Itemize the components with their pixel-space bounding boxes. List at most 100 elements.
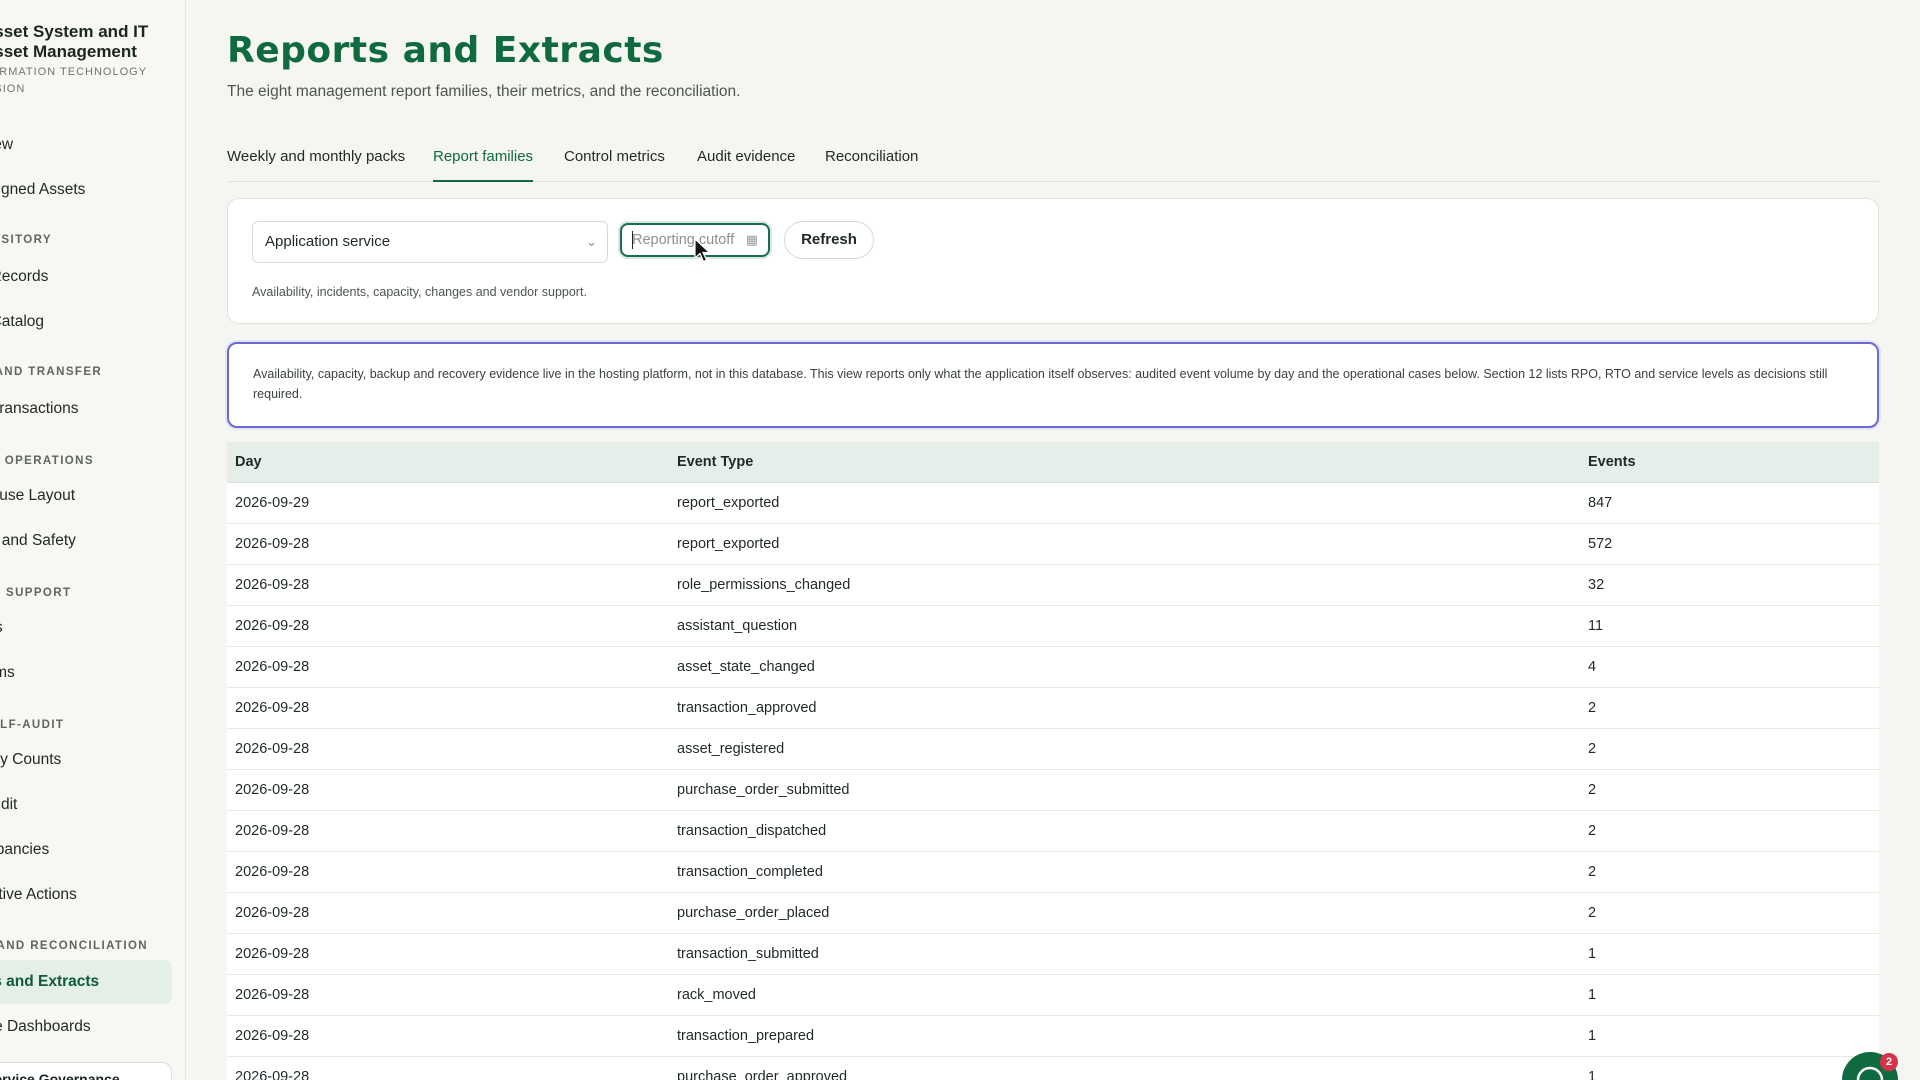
cell-day: 2026-09-28 [227,769,669,811]
sidebar-item-tickets[interactable]: ets [0,606,172,650]
text-caret [632,231,633,249]
sidebar-item-asset-transactions[interactable]: t Transactions [0,387,172,431]
column-header-event-type[interactable]: Event Type [669,442,1580,483]
table-row: 2026-09-28 transaction_approved 2 [227,687,1879,729]
reporting-cutoff-placeholder: Reporting cutoff [632,232,735,248]
hosting-notice: Availability, capacity, backup and recov… [227,342,1879,428]
cell-event-type: purchase_order_submitted [669,769,1580,811]
chevron-down-icon: ⌄ [586,234,597,249]
sidebar-item-asset-catalog[interactable]: t Catalog [0,300,172,344]
sidebar-section-movement-transfer: T AND TRANSFER [0,366,103,378]
table-row: 2026-09-28 rack_moved 1 [227,974,1879,1016]
page-subtitle: The eight management report families, th… [227,83,741,100]
cell-events: 1 [1580,933,1879,975]
tab-control-metrics[interactable]: Control metrics [564,148,665,182]
sidebar-item-reports-extracts[interactable]: rts and Extracts [0,960,172,1004]
cell-day: 2026-09-28 [227,687,669,729]
cell-day: 2026-09-28 [227,564,669,606]
filter-hint: Availability, incidents, capacity, chang… [252,285,587,299]
sidebar-item-overview[interactable]: view [0,123,172,167]
cell-day: 2026-09-28 [227,523,669,565]
column-header-day[interactable]: Day [227,442,669,483]
cell-event-type: report_exported [669,482,1580,524]
cell-events: 2 [1580,728,1879,770]
cell-events: 572 [1580,523,1879,565]
event-volume-table: Day Event Type Events 2026-09-29 report_e… [227,442,1879,1080]
cell-day: 2026-09-28 [227,728,669,770]
table-row: 2026-09-28 transaction_dispatched 2 [227,810,1879,852]
page-title: Reports and Extracts [227,30,664,71]
cell-event-type: transaction_dispatched [669,810,1580,852]
cell-event-type: purchase_order_placed [669,892,1580,934]
cell-events: 2 [1580,810,1879,852]
cell-events: 32 [1580,564,1879,606]
sidebar-item-access-safety[interactable]: ss and Safety [0,519,172,563]
sidebar-item-warehouse-layout[interactable]: house Layout [0,474,172,518]
report-tabs: Weekly and monthly packs Report families… [227,140,1879,182]
cell-day: 2026-09-28 [227,1015,669,1057]
sidebar-item-discrepancies[interactable]: repancies [0,828,172,872]
cell-events: 4 [1580,646,1879,688]
table-row: 2026-09-28 asset_registered 2 [227,728,1879,770]
brand-subtitle: FORMATION TECHNOLOGY VISION [0,66,147,95]
tab-report-families[interactable]: Report families [433,148,534,182]
cell-events: 1 [1580,1056,1879,1080]
table-row: 2026-09-28 transaction_prepared 1 [227,1015,1879,1057]
cell-event-type: asset_registered [669,728,1580,770]
sidebar-section-repository: POSITORY [0,234,52,246]
refresh-button[interactable]: Refresh [784,221,874,259]
cell-event-type: assistant_question [669,605,1580,647]
sidebar-item-inventory-counts[interactable]: tory Counts [0,738,172,782]
sidebar-item-corrective-actions[interactable]: ective Actions [0,873,172,917]
tab-weekly-monthly-packs[interactable]: Weekly and monthly packs [227,148,405,182]
report-family-value: Application service [265,233,391,250]
table-row: 2026-09-28 transaction_submitted 1 [227,933,1879,975]
table-row: 2026-09-29 report_exported 847 [227,482,1879,524]
cell-events: 11 [1580,605,1879,647]
table-row: 2026-09-28 purchase_order_placed 2 [227,892,1879,934]
sidebar-item-audit[interactable]: Audit [0,783,172,827]
cell-day: 2026-09-28 [227,974,669,1016]
mouse-cursor-icon [694,238,712,263]
table-row: 2026-09-28 assistant_question 11 [227,605,1879,647]
cell-day: 2026-09-28 [227,646,669,688]
table-row: 2026-09-28 asset_state_changed 4 [227,646,1879,688]
brand-title: Asset System and IT Asset Management [0,22,149,61]
sidebar-item-problems[interactable]: lems [0,651,172,695]
table-row: 2026-09-28 transaction_completed 2 [227,851,1879,893]
cell-event-type: transaction_completed [669,851,1580,893]
cell-event-type: role_permissions_changed [669,564,1580,606]
sidebar-service-governance[interactable]: Service Governance [0,1062,172,1080]
cell-events: 2 [1580,769,1879,811]
cell-day: 2026-09-28 [227,605,669,647]
cell-day: 2026-09-29 [227,482,669,524]
sidebar-item-asset-records[interactable]: t Records [0,255,172,299]
sidebar-item-assigned-assets[interactable]: ssigned Assets [0,168,172,212]
sidebar-section-reporting-reconciliation: G AND RECONCILIATION [0,940,148,952]
report-family-select[interactable]: Application service ⌄ [252,221,608,263]
cell-events: 2 [1580,687,1879,729]
calendar-icon[interactable]: ▦ [746,225,758,255]
cell-event-type: report_exported [669,523,1580,565]
cell-events: 2 [1580,892,1879,934]
cell-event-type: transaction_approved [669,687,1580,729]
main-content: Reports and Extracts The eight managemen… [227,0,1879,1080]
table-row: 2026-09-28 role_permissions_changed 32 [227,564,1879,606]
cell-event-type: transaction_submitted [669,933,1580,975]
column-header-events[interactable]: Events [1580,442,1879,483]
sidebar-item-module-dashboards[interactable]: ule Dashboards [0,1005,172,1049]
sidebar-section-warehouse-operations: SE OPERATIONS [0,455,94,467]
table-row: 2026-09-28 purchase_order_submitted 2 [227,769,1879,811]
sidebar: Asset System and IT Asset Management FOR… [0,0,186,1080]
cell-day: 2026-09-28 [227,933,669,975]
cell-day: 2026-09-28 [227,810,669,852]
cell-events: 847 [1580,482,1879,524]
cell-day: 2026-09-28 [227,892,669,934]
cell-event-type: transaction_prepared [669,1015,1580,1057]
tab-reconciliation[interactable]: Reconciliation [825,148,918,182]
table-header-row: Day Event Type Events [227,442,1879,483]
sidebar-section-service-support: ND SUPPORT [0,587,72,599]
tab-audit-evidence[interactable]: Audit evidence [697,148,795,182]
table-row: 2026-09-28 purchase_order_approved 1 [227,1056,1879,1080]
cell-day: 2026-09-28 [227,851,669,893]
